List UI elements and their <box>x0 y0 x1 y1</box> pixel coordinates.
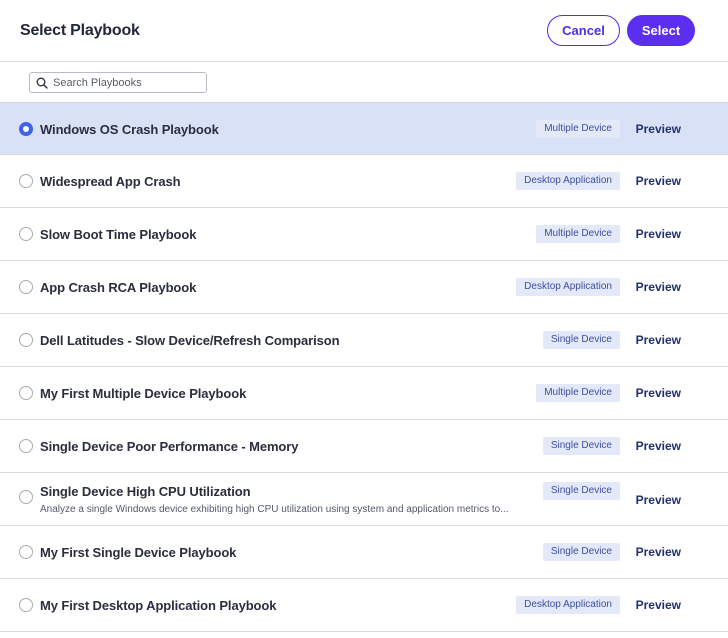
playbook-row[interactable]: My First Single Device Playbook Single De… <box>0 526 728 579</box>
preview-link[interactable]: Preview <box>636 227 681 241</box>
radio-unselected[interactable] <box>19 490 33 504</box>
playbook-type-badge: Multiple Device <box>536 120 620 138</box>
playbook-name: Single Device High CPU Utilization <box>40 484 251 499</box>
playbook-row[interactable]: Slow Boot Time Playbook Multiple Device Pr… <box>0 208 728 261</box>
playbook-name: Slow Boot Time Playbook <box>40 227 197 242</box>
radio-selected[interactable] <box>19 122 33 136</box>
playbook-name: Single Device Poor Performance - Memory <box>40 439 299 454</box>
playbook-description: Analyze a single Windows device exhibiti… <box>40 504 509 515</box>
playbook-name: App Crash RCA Playbook <box>40 280 197 295</box>
select-button[interactable]: Select <box>627 15 695 46</box>
search-box[interactable] <box>29 72 207 93</box>
preview-link[interactable]: Preview <box>636 122 681 136</box>
playbook-name: My First Desktop Application Playbook <box>40 598 277 613</box>
cancel-button[interactable]: Cancel <box>547 15 620 46</box>
search-input[interactable] <box>53 76 203 89</box>
preview-link[interactable]: Preview <box>636 493 681 507</box>
radio-unselected[interactable] <box>19 545 33 559</box>
playbook-type-badge: Single Device <box>542 331 620 349</box>
preview-link[interactable]: Preview <box>636 386 681 400</box>
playbook-row[interactable]: App Crash RCA Playbook Desktop Applicatio… <box>0 261 728 314</box>
preview-link[interactable]: Preview <box>636 598 681 612</box>
playbook-name: Windows OS Crash Playbook <box>40 122 219 137</box>
preview-link[interactable]: Preview <box>636 439 681 453</box>
preview-link[interactable]: Preview <box>636 174 681 188</box>
playbook-type-badge: Single Device <box>542 482 620 500</box>
playbook-row[interactable]: Windows OS Crash Playbook Multiple Device… <box>0 102 728 155</box>
playbook-row[interactable]: Single Device High CPU Utilization Analyz… <box>0 473 728 526</box>
radio-unselected[interactable] <box>19 439 33 453</box>
playbook-name: Dell Latitudes - Slow Device/Refresh Com… <box>40 333 340 348</box>
playbook-row[interactable]: Single Device Poor Performance - Memory S… <box>0 420 728 473</box>
playbook-type-badge: Desktop Application <box>516 172 620 190</box>
radio-unselected[interactable] <box>19 280 33 294</box>
dialog-header: Select Playbook Cancel Select <box>0 0 728 62</box>
preview-link[interactable]: Preview <box>636 280 681 294</box>
playbook-type-badge: Multiple Device <box>536 384 620 402</box>
playbook-type-badge: Single Device <box>542 543 620 561</box>
playbook-name: Widespread App Crash <box>40 174 181 189</box>
playbook-row[interactable]: Widespread App Crash Desktop Application P… <box>0 155 728 208</box>
playbook-type-badge: Desktop Application <box>516 596 620 614</box>
playbook-type-badge: Multiple Device <box>536 225 620 243</box>
playbook-type-badge: Single Device <box>542 437 620 455</box>
playbook-name: My First Multiple Device Playbook <box>40 386 247 401</box>
radio-unselected[interactable] <box>19 227 33 241</box>
radio-unselected[interactable] <box>19 386 33 400</box>
preview-link[interactable]: Preview <box>636 545 681 559</box>
playbook-name: My First Single Device Playbook <box>40 545 237 560</box>
playbook-list: Windows OS Crash Playbook Multiple Device… <box>0 102 728 632</box>
playbook-row[interactable]: My First Multiple Device Playbook Multipl… <box>0 367 728 420</box>
playbook-row[interactable]: My First Desktop Application Playbook Des… <box>0 579 728 632</box>
dialog-title: Select Playbook <box>20 21 140 39</box>
radio-unselected[interactable] <box>19 598 33 612</box>
radio-unselected[interactable] <box>19 333 33 347</box>
playbook-type-badge: Desktop Application <box>516 278 620 296</box>
header-actions: Cancel Select <box>547 15 695 46</box>
search-icon <box>36 77 48 89</box>
playbook-row[interactable]: Dell Latitudes - Slow Device/Refresh Com… <box>0 314 728 367</box>
preview-link[interactable]: Preview <box>636 333 681 347</box>
radio-unselected[interactable] <box>19 174 33 188</box>
